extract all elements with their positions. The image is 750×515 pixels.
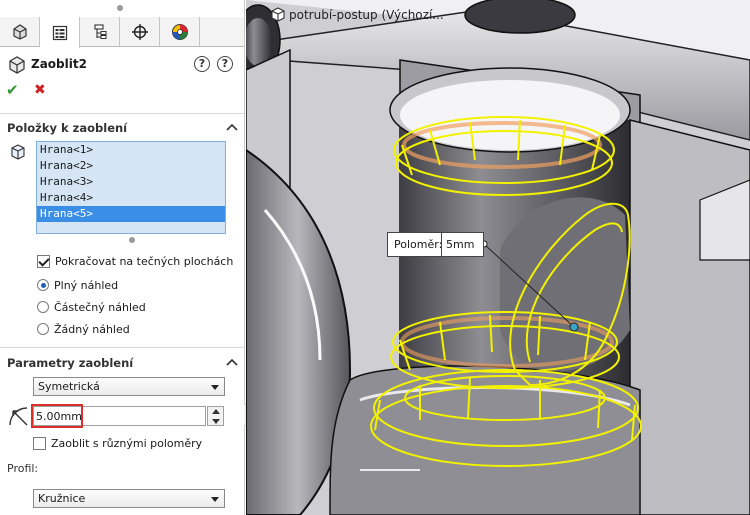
display-manager-icon xyxy=(171,24,188,40)
ok-button[interactable]: ✔ xyxy=(6,82,22,98)
preview-partial-label: Částečný náhled xyxy=(54,301,146,314)
fillet-type-select[interactable]: Symetrická xyxy=(33,377,225,396)
tab-dimxpert-manager[interactable] xyxy=(120,17,160,47)
part-icon xyxy=(271,7,285,22)
help-icon[interactable]: ? xyxy=(194,56,210,72)
preview-none-label: Žádný náhled xyxy=(54,323,130,336)
radius-callout-label: Poloměr: xyxy=(394,238,443,251)
edge-selection-icon xyxy=(11,144,25,160)
variable-radius-label: Zaoblit s různými poloměry xyxy=(51,437,203,450)
tangent-propagation-checkbox[interactable] xyxy=(37,255,50,268)
tangent-propagation-label: Pokračovat na tečných plochách xyxy=(55,255,234,268)
feature-title: Zaoblit2 xyxy=(31,57,87,71)
radius-icon xyxy=(9,407,28,426)
preview-full-label: Plný náhled xyxy=(54,279,119,292)
edge-selection-list[interactable]: Hrana<1> Hrana<2> Hrana<3> Hrana<4> Hran… xyxy=(36,141,226,234)
divider xyxy=(0,113,244,114)
fillet-feature-icon xyxy=(9,56,25,74)
callout-divider xyxy=(441,233,442,256)
tab-feature-manager[interactable] xyxy=(0,17,40,47)
list-resize-handle[interactable] xyxy=(129,237,135,243)
items-section-title: Položky k zaoblení xyxy=(7,121,128,135)
profile-label: Profil: xyxy=(7,462,39,475)
preview-none-radio[interactable] xyxy=(37,323,49,335)
variable-radius-checkbox[interactable] xyxy=(33,437,46,450)
preview-partial-radio[interactable] xyxy=(37,301,49,313)
list-item[interactable]: Hrana<1> xyxy=(37,142,225,158)
params-section-title: Parametry zaoblení xyxy=(7,356,134,370)
radius-spinner[interactable] xyxy=(207,406,224,426)
graphics-viewport[interactable]: potrubí-postup (Výchozí... xyxy=(246,0,750,515)
configuration-manager-icon xyxy=(93,24,106,39)
radius-callout[interactable]: Poloměr: 5mm xyxy=(387,232,484,257)
manager-tabs xyxy=(0,17,244,48)
divider xyxy=(0,347,244,348)
feature-manager-icon xyxy=(12,24,27,40)
profile-select[interactable]: Kružnice xyxy=(33,489,225,508)
model-render xyxy=(246,0,750,515)
dimxpert-manager-icon xyxy=(131,24,148,40)
property-manager-panel: Zaoblit2 ? ? ✔ ✖ Položky k zaoblení Hran… xyxy=(0,0,245,515)
radius-callout-value[interactable]: 5mm xyxy=(446,238,474,251)
tab-property-manager[interactable] xyxy=(40,17,80,48)
spin-down-icon[interactable] xyxy=(212,419,220,424)
fillet-type-value: Symetrická xyxy=(38,380,100,393)
tab-configuration-manager[interactable] xyxy=(80,17,120,47)
preview-full-radio[interactable] xyxy=(37,279,49,291)
profile-value: Kružnice xyxy=(38,492,86,505)
radius-highlight-box xyxy=(31,404,83,428)
dropdown-arrow-icon xyxy=(211,385,219,390)
list-item-selected[interactable]: Hrana<5> xyxy=(37,206,225,222)
list-item[interactable]: Hrana<3> xyxy=(37,174,225,190)
dropdown-arrow-icon xyxy=(211,497,219,502)
list-item[interactable]: Hrana<4> xyxy=(37,190,225,206)
cancel-button[interactable]: ✖ xyxy=(34,82,50,98)
panel-grip-handle[interactable] xyxy=(117,5,123,11)
list-item[interactable]: Hrana<2> xyxy=(37,158,225,174)
collapse-chevron-icon[interactable] xyxy=(226,357,238,367)
collapse-chevron-icon[interactable] xyxy=(226,122,238,132)
detailed-help-icon[interactable]: ? xyxy=(217,56,233,72)
feature-header: Zaoblit2 ? ? xyxy=(0,50,244,80)
document-title: potrubí-postup (Výchozí... xyxy=(289,8,444,22)
spin-up-icon[interactable] xyxy=(212,409,220,414)
property-manager-icon xyxy=(52,25,67,40)
tab-display-manager[interactable] xyxy=(160,17,200,47)
